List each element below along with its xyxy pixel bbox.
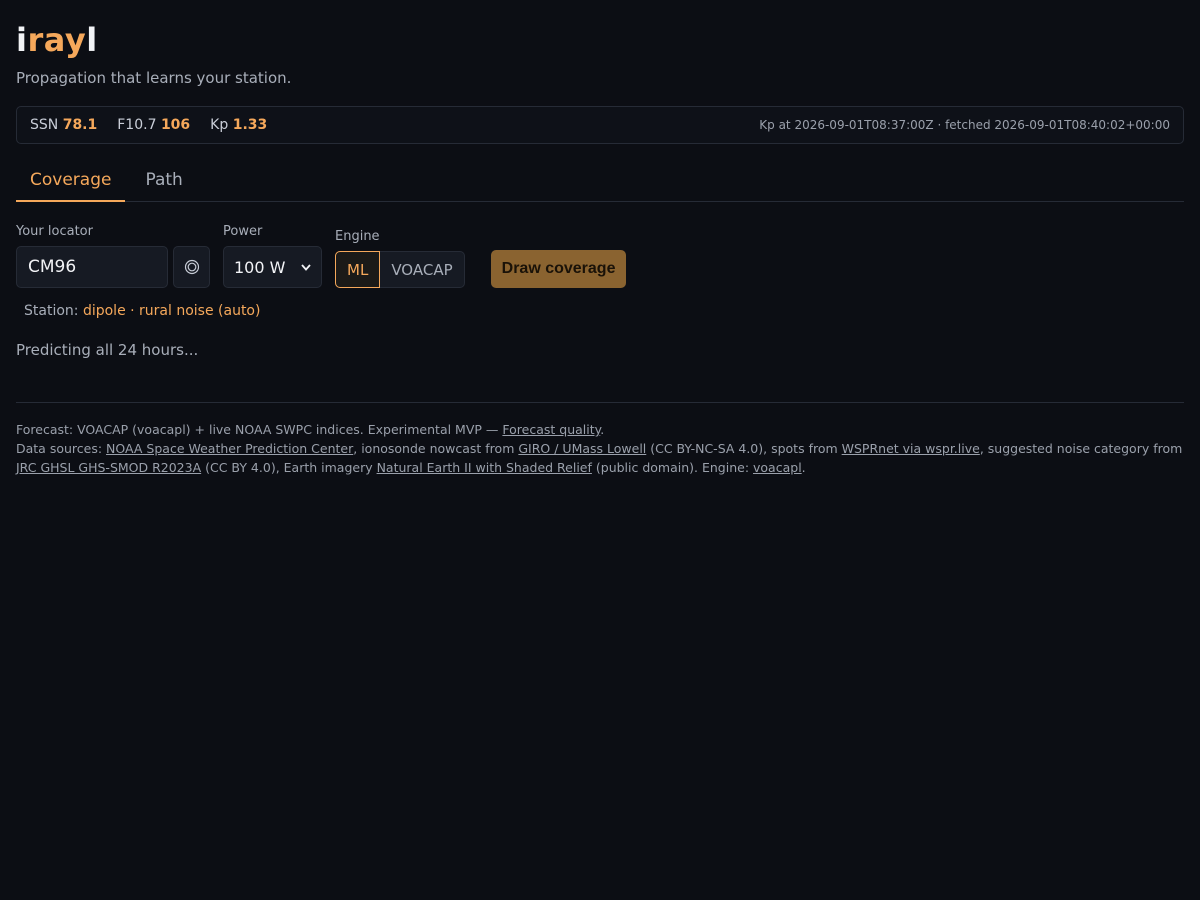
coverage-controls: Your locator Power 100 W E [16,224,1184,288]
station-info: Station: dipole · rural noise (auto) [16,302,1184,320]
tab-path[interactable]: Path [131,170,196,202]
page: irayl Propagation that learns your stati… [0,0,1200,900]
footer-text: , ionosonde nowcast from [353,441,519,456]
engine-option-ml[interactable]: ML [335,251,381,288]
locator-input[interactable] [16,246,168,288]
kp-value: 1.33 [232,117,268,133]
logo-part-1: i [16,21,28,59]
kp-label: Kp [210,117,229,133]
chevron-down-icon [301,263,311,271]
engine-option-voacap[interactable]: VOACAP [380,251,465,288]
footer-text: (CC BY 4.0), Earth imagery [201,460,377,475]
giro-link[interactable]: GIRO / UMass Lowell [518,441,646,456]
draw-coverage-button[interactable]: Draw coverage [490,250,627,288]
app-logo: irayl [16,0,1184,60]
f107-index: F10.7 106 [117,117,190,133]
jrc-ghsl-link[interactable]: JRC GHSL GHS-SMOD R2023A [16,460,201,475]
footer-text: . [801,460,806,475]
power-field: Power 100 W [223,224,322,288]
footer-text: . [600,422,605,437]
footer: Forecast: VOACAP (voacapl) + live NOAA S… [16,420,1184,477]
logo-part-3: l [86,21,98,59]
ssn-label: SSN [30,117,59,133]
engine-field: Engine ML VOACAP [335,229,465,288]
engine-label: Engine [335,229,380,244]
wsprnet-link[interactable]: WSPRnet via wspr.live [842,441,980,456]
voacapl-link[interactable]: voacapl [753,460,802,475]
footer-text: , suggested noise category from [979,441,1183,456]
tab-bar: Coverage Path [16,164,1184,202]
footer-line-sources: Data sources: NOAA Space Weather Predict… [16,439,1184,477]
location-target-icon [184,259,199,275]
tagline: Propagation that learns your station. [16,69,292,87]
station-label: Station: [24,303,79,319]
space-weather-indices: SSN 78.1 F10.7 106 Kp 1.33 Kp at 2026-09… [16,106,1184,144]
power-label: Power [223,224,263,239]
locator-label: Your locator [16,224,93,239]
kp-index: Kp 1.33 [210,117,267,133]
indices-values: SSN 78.1 F10.7 106 Kp 1.33 [30,117,287,133]
footer-text: Forecast: VOACAP (voacapl) + live NOAA S… [16,422,503,437]
f107-value: 106 [160,117,191,133]
footer-text: Data sources: [16,441,107,456]
prediction-status: Predicting all 24 hours... [16,341,199,359]
footer-divider [16,402,1184,403]
tab-coverage[interactable]: Coverage [16,170,126,202]
station-value[interactable]: dipole · rural noise (auto) [83,303,261,319]
use-location-button[interactable] [173,246,210,288]
footer-text: (public domain). Engine: [591,460,754,475]
ssn-value: 78.1 [62,117,98,133]
footer-text: (CC BY-NC-SA 4.0), spots from [646,441,842,456]
ssn-index: SSN 78.1 [30,117,97,133]
engine-toggle: ML VOACAP [335,251,465,288]
logo-part-2: ray [27,21,87,59]
forecast-quality-link[interactable]: Forecast quality [502,422,600,437]
power-select[interactable]: 100 W [223,246,322,288]
noaa-swpc-link[interactable]: NOAA Space Weather Prediction Center [106,441,353,456]
footer-line-forecast: Forecast: VOACAP (voacapl) + live NOAA S… [16,420,1184,439]
f107-label: F10.7 [117,117,157,133]
indices-timestamp: Kp at 2026-09-01T08:37:00Z · fetched 202… [759,118,1170,132]
locator-row [16,246,210,288]
power-selected-value: 100 W [234,257,286,277]
natural-earth-link[interactable]: Natural Earth II with Shaded Relief [377,460,592,475]
locator-field: Your locator [16,224,210,288]
